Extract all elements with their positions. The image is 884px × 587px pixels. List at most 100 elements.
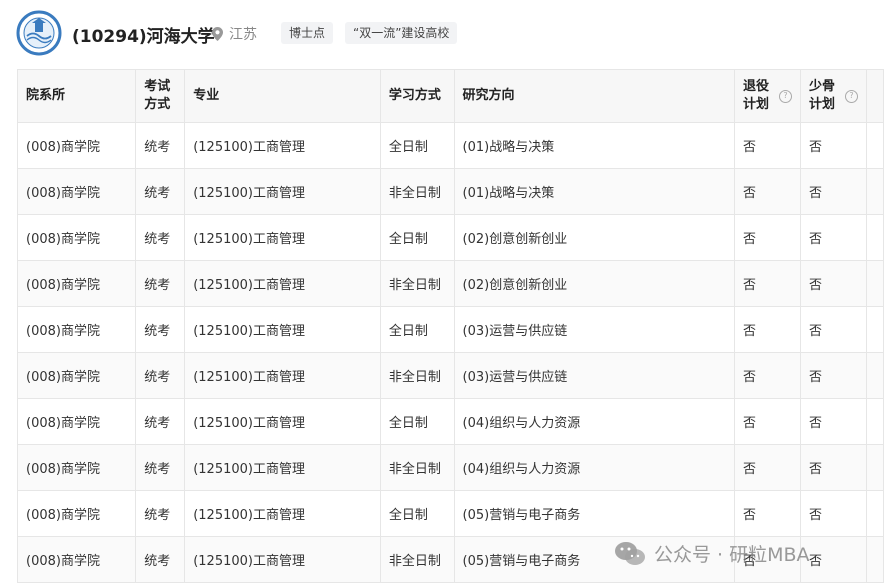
col-header-major: 专业 (184, 69, 381, 123)
table-row[interactable]: (008)商学院 统考 (125100)工商管理 非全日制 (04)组织与人力资… (16, 444, 884, 491)
table-row[interactable]: (008)商学院 统考 (125100)工商管理 全日制 (04)组织与人力资源… (16, 398, 884, 445)
cell-overflow (865, 260, 884, 307)
cell-direction: (02)创意创新创业 (453, 260, 735, 307)
cell-exam: 统考 (135, 168, 186, 215)
cell-exam: 统考 (135, 398, 186, 445)
cell-minority: 否 (799, 168, 867, 215)
cell-direction: (02)创意创新创业 (453, 214, 735, 261)
cell-overflow (865, 122, 884, 169)
cell-dept: (008)商学院 (16, 444, 137, 491)
cell-direction: (04)组织与人力资源 (453, 444, 735, 491)
cell-exam: 统考 (135, 490, 186, 537)
cell-overflow (865, 352, 884, 399)
university-title[interactable]: (10294)河海大学 (72, 22, 215, 47)
table-row[interactable]: (008)商学院 统考 (125100)工商管理 全日制 (01)战略与决策 否… (16, 122, 884, 169)
wechat-icon (615, 541, 645, 565)
watermark: 公众号 · 研粒MBA (614, 540, 810, 567)
location-pin-icon (212, 27, 223, 41)
cell-overflow (865, 306, 884, 353)
cell-minority: 否 (799, 260, 867, 307)
cell-direction: (01)战略与决策 (453, 122, 735, 169)
cell-exam: 统考 (135, 352, 186, 399)
cell-minority: 否 (799, 214, 867, 261)
program-table: 院系所 考试方式 专业 学习方式 研究方向 退役计划? 少骨计划? (008)商… (16, 69, 884, 583)
cell-major: (125100)工商管理 (184, 352, 381, 399)
school-header: (10294)河海大学 江苏 博士点 “双一流”建设高校 (0, 0, 884, 68)
cell-major: (125100)工商管理 (184, 444, 381, 491)
cell-minority: 否 (799, 306, 867, 353)
cell-study-mode: 非全日制 (379, 444, 455, 491)
col-header-minority-label: 少骨计划 (808, 79, 835, 112)
col-header-exam-label: 考试方式 (144, 79, 171, 112)
cell-retired: 否 (733, 168, 801, 215)
cell-dept: (008)商学院 (16, 260, 137, 307)
table-row[interactable]: (008)商学院 统考 (125100)工商管理 全日制 (02)创意创新创业 … (16, 214, 884, 261)
cell-study-mode: 非全日制 (379, 536, 455, 583)
col-header-study-mode: 学习方式 (379, 69, 455, 123)
cell-dept: (008)商学院 (16, 168, 137, 215)
cell-study-mode: 全日制 (379, 490, 455, 537)
col-header-exam: 考试方式 (135, 69, 186, 123)
table-row[interactable]: (008)商学院 统考 (125100)工商管理 非全日制 (02)创意创新创业… (16, 260, 884, 307)
table-row[interactable]: (008)商学院 统考 (125100)工商管理 非全日制 (03)运营与供应链… (16, 352, 884, 399)
cell-exam: 统考 (135, 444, 186, 491)
cell-major: (125100)工商管理 (184, 398, 381, 445)
tag-double-first-class: “双一流”建设高校 (345, 22, 458, 44)
cell-minority: 否 (799, 352, 867, 399)
cell-dept: (008)商学院 (16, 536, 137, 583)
help-icon[interactable]: ? (844, 89, 858, 103)
cell-minority: 否 (799, 122, 867, 169)
cell-exam: 统考 (135, 260, 186, 307)
cell-dept: (008)商学院 (16, 398, 137, 445)
cell-exam: 统考 (135, 536, 186, 583)
cell-study-mode: 全日制 (379, 122, 455, 169)
location-label: 江苏 (229, 27, 257, 43)
cell-overflow (865, 398, 884, 445)
cell-dept: (008)商学院 (16, 122, 137, 169)
cell-direction: (05)营销与电子商务 (453, 490, 735, 537)
cell-minority: 否 (799, 398, 867, 445)
cell-retired: 否 (733, 444, 801, 491)
cell-dept: (008)商学院 (16, 306, 137, 353)
cell-major: (125100)工商管理 (184, 122, 381, 169)
cell-study-mode: 全日制 (379, 398, 455, 445)
cell-direction: (01)战略与决策 (453, 168, 735, 215)
cell-direction: (03)运营与供应链 (453, 352, 735, 399)
cell-major: (125100)工商管理 (184, 168, 381, 215)
cell-retired: 否 (733, 490, 801, 537)
cell-overflow (865, 214, 884, 261)
cell-retired: 否 (733, 214, 801, 261)
location: 江苏 (212, 24, 257, 44)
cell-study-mode: 全日制 (379, 214, 455, 261)
cell-retired: 否 (733, 398, 801, 445)
cell-dept: (008)商学院 (16, 490, 137, 537)
cell-dept: (008)商学院 (16, 352, 137, 399)
cell-overflow (865, 168, 884, 215)
col-header-retired-plan: 退役计划? (733, 69, 801, 123)
cell-major: (125100)工商管理 (184, 214, 381, 261)
cell-minority: 否 (799, 536, 867, 583)
help-icon[interactable]: ? (778, 89, 792, 103)
cell-overflow (865, 444, 884, 491)
table-row[interactable]: (008)商学院 统考 (125100)工商管理 非全日制 (01)战略与决策 … (16, 168, 884, 215)
cell-exam: 统考 (135, 122, 186, 169)
col-header-dept: 院系所 (16, 69, 137, 123)
cell-retired: 否 (733, 352, 801, 399)
tag-doctoral: 博士点 (281, 22, 334, 44)
cell-minority: 否 (799, 444, 867, 491)
cell-exam: 统考 (135, 306, 186, 353)
col-header-minority-plan: 少骨计划? (799, 69, 867, 123)
col-header-retired-label: 退役计划 (742, 79, 769, 112)
cell-study-mode: 非全日制 (379, 352, 455, 399)
watermark-text: 公众号 · 研粒MBA (654, 544, 810, 566)
cell-dept: (008)商学院 (16, 214, 137, 261)
cell-major: (125100)工商管理 (184, 260, 381, 307)
table-row[interactable]: (008)商学院 统考 (125100)工商管理 全日制 (03)运营与供应链 … (16, 306, 884, 353)
col-header-direction: 研究方向 (453, 69, 735, 123)
cell-overflow (865, 490, 884, 537)
cell-study-mode: 全日制 (379, 306, 455, 353)
cell-major: (125100)工商管理 (184, 306, 381, 353)
cell-major: (125100)工商管理 (184, 536, 381, 583)
table-header-row: 院系所 考试方式 专业 学习方式 研究方向 退役计划? 少骨计划? (16, 69, 884, 123)
table-row[interactable]: (008)商学院 统考 (125100)工商管理 全日制 (05)营销与电子商务… (16, 490, 884, 537)
